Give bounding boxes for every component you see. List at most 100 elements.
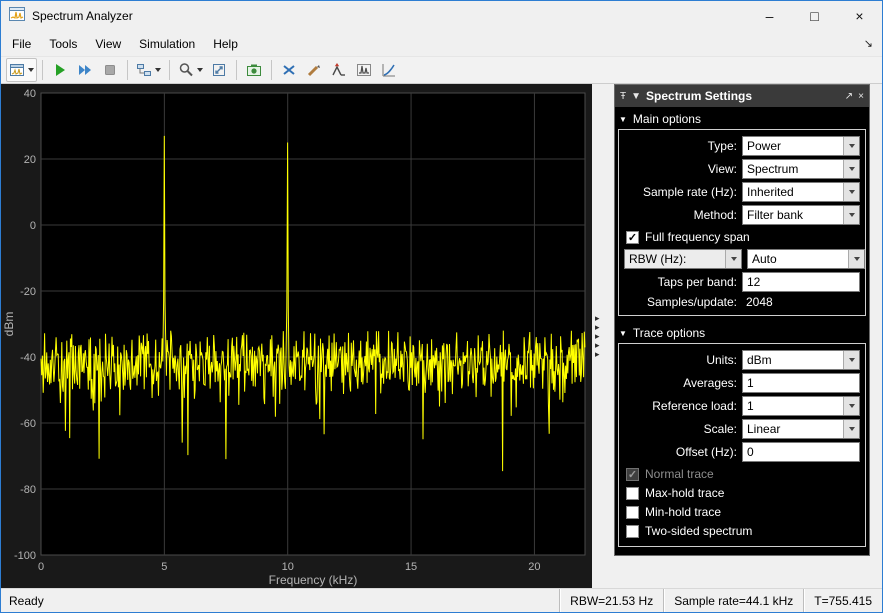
ccdf-measurements-icon <box>381 62 397 78</box>
chevron-down-icon[interactable] <box>848 250 864 268</box>
offset-label: Offset (Hz): <box>624 445 737 459</box>
stop-button[interactable] <box>98 58 122 82</box>
normal-trace-checkbox-row[interactable]: Normal trace <box>626 467 858 481</box>
checkbox-icon[interactable] <box>626 506 639 519</box>
units-dropdown[interactable]: dBm <box>742 350 860 370</box>
source-select-button[interactable] <box>133 58 164 82</box>
trace-options-header[interactable]: ▼ Trace options <box>615 321 869 343</box>
two-sided-spectrum-checkbox-row[interactable]: Two-sided spectrum <box>626 524 858 538</box>
averages-field[interactable]: 1 <box>742 373 860 393</box>
menu-view[interactable]: View <box>86 33 130 55</box>
minimize-button[interactable]: – <box>747 1 792 31</box>
section-collapse-icon: ▼ <box>619 329 627 338</box>
maximize-button[interactable]: □ <box>792 1 837 31</box>
pin-icon[interactable]: Ŧ <box>620 91 626 102</box>
ccdf-measurements-button[interactable] <box>377 58 401 82</box>
method-row: Method: Filter bank <box>624 205 860 225</box>
checkbox-icon[interactable] <box>626 487 639 500</box>
step-forward-button[interactable] <box>73 58 97 82</box>
window-title: Spectrum Analyzer <box>32 9 133 23</box>
menu-tools[interactable]: Tools <box>40 33 86 55</box>
main-options-box: Type: Power View: Spectrum Sample rate (… <box>618 129 866 316</box>
chevron-down-icon[interactable] <box>843 160 859 178</box>
view-value: Spectrum <box>743 162 843 176</box>
undock-icon[interactable]: ↗ <box>845 91 853 102</box>
sample-rate-combo[interactable]: Inherited <box>742 182 860 202</box>
spectrum-analyzer-window: Spectrum Analyzer – □ × File Tools View … <box>0 0 883 613</box>
taps-per-band-label: Taps per band: <box>624 275 737 289</box>
type-row: Type: Power <box>624 136 860 156</box>
view-dropdown[interactable]: Spectrum <box>742 159 860 179</box>
svg-text:15: 15 <box>405 561 417 573</box>
chevron-down-icon[interactable] <box>843 420 859 438</box>
cursor-measurements-button[interactable] <box>277 58 301 82</box>
spectrum-settings-panel: Ŧ ▼ Spectrum Settings ↗ × ▼ Main options… <box>614 84 870 556</box>
menu-help[interactable]: Help <box>204 33 247 55</box>
offset-field[interactable]: 0 <box>742 442 860 462</box>
averages-row: Averages: 1 <box>624 373 860 393</box>
rbw-mode-value: RBW (Hz): <box>625 252 725 266</box>
close-button[interactable]: × <box>837 1 882 31</box>
rbw-row: RBW (Hz): Auto <box>624 249 860 269</box>
scale-dropdown[interactable]: Linear <box>742 419 860 439</box>
snapshot-button[interactable] <box>242 58 266 82</box>
magnifier-icon <box>178 62 194 78</box>
toolbar <box>1 56 882 84</box>
chevron-down-icon[interactable] <box>843 397 859 415</box>
menu-simulation[interactable]: Simulation <box>130 33 204 55</box>
menu-file[interactable]: File <box>3 33 40 55</box>
chevron-down-icon[interactable] <box>843 351 859 369</box>
status-ready: Ready <box>1 589 559 612</box>
run-button[interactable] <box>48 58 72 82</box>
type-dropdown[interactable]: Power <box>742 136 860 156</box>
svg-text:0: 0 <box>30 220 36 232</box>
main-options-header[interactable]: ▼ Main options <box>615 107 869 129</box>
rbw-mode-dropdown[interactable]: RBW (Hz): <box>624 249 742 269</box>
zoom-button[interactable] <box>175 58 206 82</box>
full-frequency-span-checkbox-row[interactable]: Full frequency span <box>626 230 858 244</box>
chevron-down-icon <box>197 68 203 72</box>
scale-label: Scale: <box>624 422 737 436</box>
checkbox-icon[interactable] <box>626 231 639 244</box>
units-row: Units: dBm <box>624 350 860 370</box>
svg-text:-20: -20 <box>20 286 36 298</box>
spectrum-plot[interactable]: 0510152040200-20-40-60-80-100Frequency (… <box>1 84 592 588</box>
method-dropdown[interactable]: Filter bank <box>742 205 860 225</box>
menu-bar: File Tools View Simulation Help ↘ <box>1 31 882 56</box>
svg-text:Frequency (kHz): Frequency (kHz) <box>269 573 358 587</box>
taps-per-band-row: Taps per band: 12 <box>624 272 860 292</box>
distortion-measurements-icon <box>356 62 372 78</box>
units-label: Units: <box>624 353 737 367</box>
svg-text:20: 20 <box>24 154 36 166</box>
chevron-down-icon <box>155 68 161 72</box>
rbw-value-combo[interactable]: Auto <box>747 249 865 269</box>
reference-load-combo[interactable]: 1 <box>742 396 860 416</box>
settings-panel-title: Spectrum Settings <box>646 89 840 103</box>
close-panel-icon[interactable]: × <box>858 91 864 102</box>
collapse-panel-icon[interactable]: ▼ <box>631 91 641 102</box>
normal-trace-label: Normal trace <box>645 467 714 481</box>
scope-configuration-button[interactable] <box>6 58 37 82</box>
chevron-down-icon[interactable] <box>843 183 859 201</box>
checkbox-icon[interactable] <box>626 468 639 481</box>
min-hold-trace-checkbox-row[interactable]: Min-hold trace <box>626 505 858 519</box>
dock-corner-icon[interactable]: ↘ <box>864 37 880 50</box>
method-value: Filter bank <box>743 208 843 222</box>
run-icon <box>52 62 68 78</box>
spectral-mask-button[interactable] <box>302 58 326 82</box>
status-sample-rate: Sample rate=44.1 kHz <box>663 589 803 612</box>
taps-per-band-field[interactable]: 12 <box>742 272 860 292</box>
type-label: Type: <box>624 139 737 153</box>
chevron-down-icon[interactable] <box>725 250 741 268</box>
distortion-measurements-button[interactable] <box>352 58 376 82</box>
fit-to-view-button[interactable] <box>207 58 231 82</box>
max-hold-trace-checkbox-row[interactable]: Max-hold trace <box>626 486 858 500</box>
checkbox-icon[interactable] <box>626 525 639 538</box>
chevron-down-icon[interactable] <box>843 137 859 155</box>
chevron-down-icon <box>28 68 34 72</box>
scale-row: Scale: Linear <box>624 419 860 439</box>
peak-finder-button[interactable] <box>327 58 351 82</box>
panel-splitter[interactable]: ▸ ▸ ▸ ▸ ▸ <box>592 84 614 588</box>
averages-label: Averages: <box>624 376 737 390</box>
chevron-down-icon[interactable] <box>843 206 859 224</box>
